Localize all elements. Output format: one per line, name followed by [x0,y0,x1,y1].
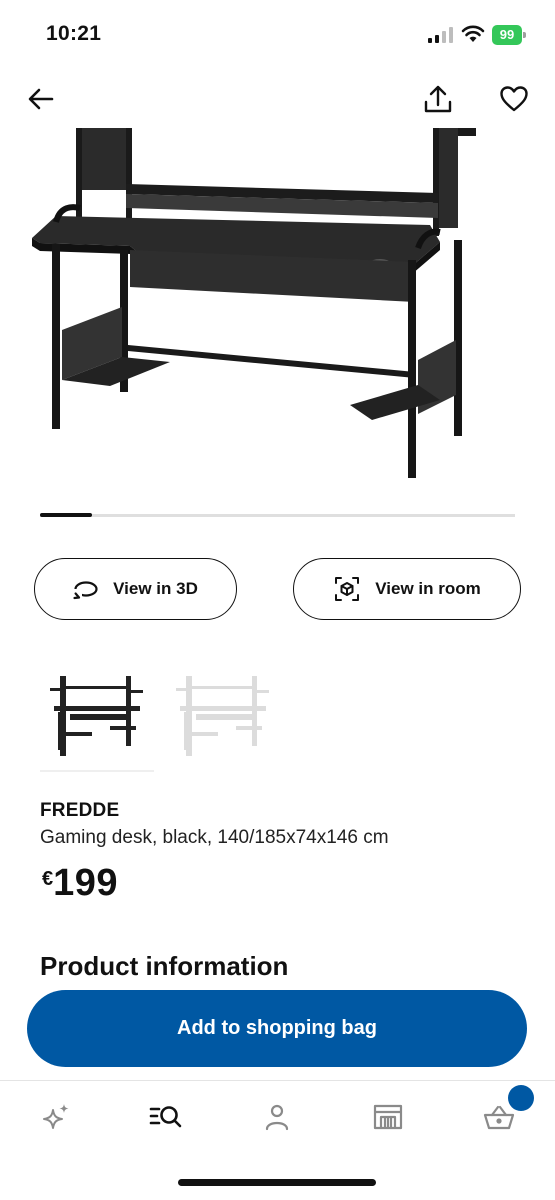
desk-thumbnail-white [176,676,269,756]
gaming-desk-illustration [32,128,476,478]
status-bar: 10:21 99 [0,0,555,70]
tab-inspiration[interactable] [36,1097,76,1137]
home-indicator[interactable] [178,1179,376,1186]
image-carousel-progress [40,513,515,517]
tab-stores[interactable] [368,1097,408,1137]
price-currency: € [42,868,54,890]
heart-icon [500,86,528,112]
view-in-room-label: View in room [375,579,481,598]
add-to-bag-button[interactable]: Add to shopping bag [27,990,527,1067]
basket-icon [483,1105,515,1130]
price-value: 199 [53,862,119,904]
bag-notification-badge [508,1085,534,1111]
cellular-signal-icon [428,27,453,43]
add-to-bag-label: Add to shopping bag [177,1017,377,1039]
desk-thumbnail-black [50,676,143,756]
search-list-icon [149,1106,182,1128]
product-name: FREDDE [40,800,120,821]
view-in-room-button[interactable]: View in room [293,558,521,620]
rotate-3d-icon [73,581,98,600]
product-image[interactable] [0,128,555,508]
status-time: 10:21 [46,22,102,45]
selected-variant-indicator [40,770,154,772]
product-price: € 199 [42,862,118,905]
product-information-heading[interactable]: Product information [40,951,288,982]
battery-indicator: 99 [492,25,526,45]
battery-level: 99 [492,25,522,45]
carousel-progress-fill [40,513,93,517]
view-in-3d-button[interactable]: View in 3D [34,558,237,620]
tab-account[interactable] [257,1097,297,1137]
tab-search[interactable] [146,1097,186,1137]
product-description: Gaming desk, black, 140/185x74x146 cm [40,827,389,848]
share-icon [424,85,452,113]
store-icon [373,1104,403,1130]
view-in-3d-label: View in 3D [113,579,198,598]
variant-swatch-white[interactable] [166,666,276,762]
augmented-reality-icon [335,577,360,601]
share-button[interactable] [419,80,457,118]
wifi-icon [461,25,485,42]
arrow-left-icon [28,88,54,110]
sparkle-icon [43,1104,69,1129]
favourite-button[interactable] [496,81,532,117]
back-button[interactable] [24,82,58,116]
variant-swatch-black[interactable] [40,666,150,762]
person-icon [265,1104,289,1131]
